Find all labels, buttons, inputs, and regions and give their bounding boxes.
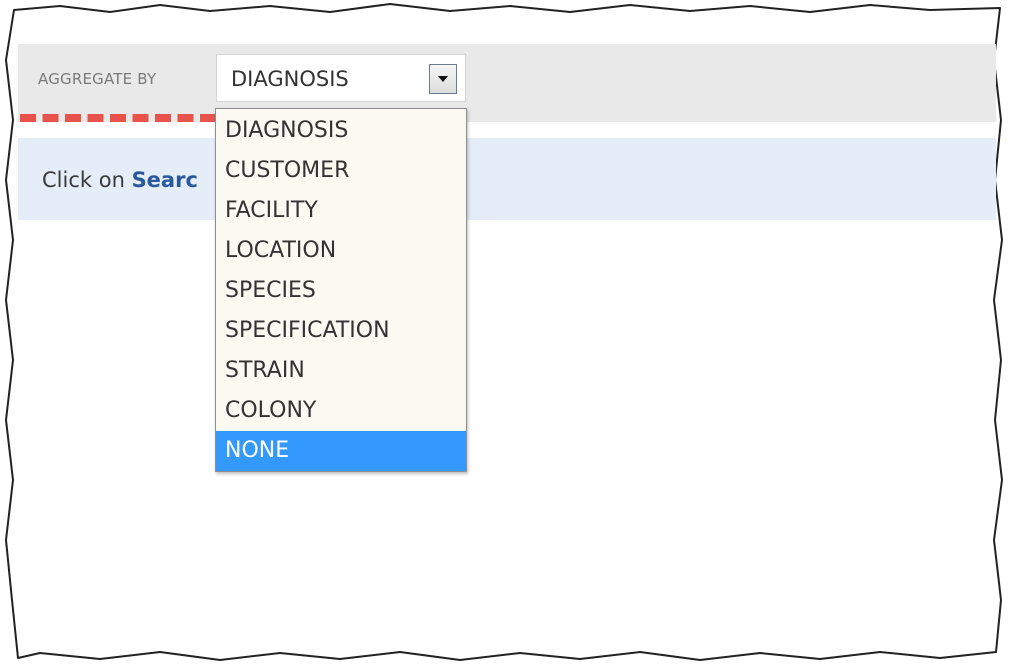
option-customer[interactable]: CUSTOMER [216, 151, 466, 191]
search-link[interactable]: Searc [132, 168, 198, 192]
option-strain[interactable]: STRAIN [216, 351, 466, 391]
dropdown-arrow-icon[interactable] [429, 64, 457, 94]
option-location[interactable]: LOCATION [216, 231, 466, 271]
annotation-dashed-line [20, 114, 216, 122]
aggregate-by-selected-value: DIAGNOSIS [231, 67, 349, 91]
option-none[interactable]: NONE [216, 431, 466, 471]
aggregate-by-label: AGGREGATE BY [38, 70, 157, 88]
screenshot-stage: AGGREGATE BY DIAGNOSIS Click on Searcs D… [0, 0, 1009, 666]
aggregate-by-select[interactable]: DIAGNOSIS [216, 54, 466, 102]
option-facility[interactable]: FACILITY [216, 191, 466, 231]
report-panel: AGGREGATE BY DIAGNOSIS Click on Searcs D… [18, 14, 996, 650]
aggregate-by-dropdown-list: DIAGNOSIS CUSTOMER FACILITY LOCATION SPE… [215, 108, 467, 472]
toolbar [18, 44, 996, 122]
info-banner: Click on Searcs [18, 138, 996, 220]
info-prefix: Click on [42, 168, 125, 192]
option-specification[interactable]: SPECIFICATION [216, 311, 466, 351]
option-colony[interactable]: COLONY [216, 391, 466, 431]
option-species[interactable]: SPECIES [216, 271, 466, 311]
option-diagnosis[interactable]: DIAGNOSIS [216, 111, 466, 151]
